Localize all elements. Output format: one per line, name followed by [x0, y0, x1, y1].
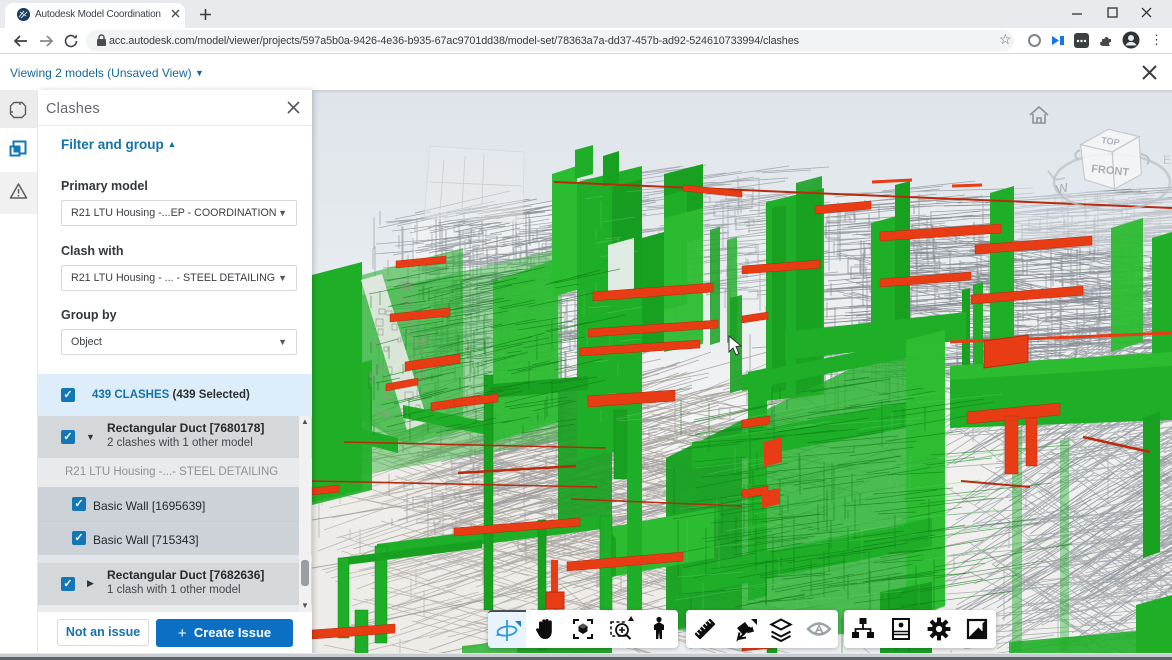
svg-text:E: E [1163, 153, 1171, 167]
svg-text:W: W [1055, 180, 1071, 197]
